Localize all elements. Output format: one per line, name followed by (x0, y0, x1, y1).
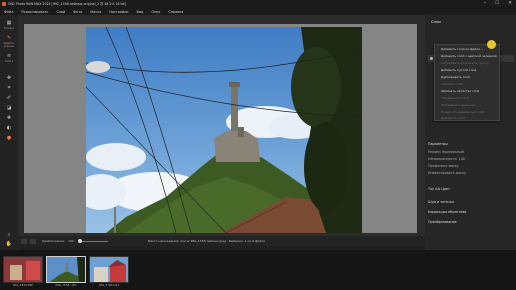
section-tone-color[interactable]: Тон && Цвет (428, 187, 514, 191)
castle-tower (238, 127, 244, 137)
eye-icon[interactable] (430, 57, 433, 60)
thumbnail (4, 257, 42, 282)
section-lens-correction[interactable]: Коррекция объектива (428, 210, 514, 214)
edit-icon[interactable]: ✎ (5, 35, 13, 41)
tree-foliage (304, 122, 348, 212)
filmstrip-caption: IMG_1558...JPG (55, 283, 77, 287)
street-lamp (86, 61, 110, 73)
menu-photo[interactable]: Фото (73, 10, 82, 14)
photo-canvas[interactable] (86, 27, 362, 233)
section-noise-sharpen[interactable]: Шум и заточка (428, 200, 514, 204)
window-title: ON1 Photo RAW MAX 2025 [IMG_1558-пейзаж-… (8, 2, 126, 6)
zoom-slider-knob[interactable] (77, 239, 82, 243)
left-toolbar: ▦ Вставка ✎ Редакти-рование ≡ Слой 2 ✥ ⌗… (0, 15, 18, 250)
menu-item-add-empty-layer[interactable]: Добавить пустой слой (441, 68, 476, 72)
apply-mask-row[interactable]: Применить маску (428, 164, 514, 168)
menu-settings[interactable]: Настройки (109, 10, 128, 14)
menu-item-select-layer: Выделить слой (441, 116, 466, 120)
close-button[interactable]: ✕ (508, 1, 512, 6)
zoom-icon[interactable]: ⌕ (5, 232, 13, 238)
layers-icon[interactable]: ≡ (5, 53, 13, 59)
thumbnail (90, 257, 128, 282)
filmstrip-item-selected[interactable] (46, 256, 86, 283)
menu-item-add-layer-from-file[interactable]: Добавить слой из файла... (441, 47, 483, 51)
layer-context-menu: Добавить слой из файла... Добавить слой … (434, 44, 500, 121)
menu-window[interactable]: Окно (151, 10, 160, 14)
pole (114, 207, 116, 233)
menu-item-merge-visible: Объединить видимые (441, 103, 476, 107)
filmstrip-caption: IMG_2840.NEF (12, 283, 34, 287)
brush-icon[interactable]: ✐ (5, 95, 13, 101)
menu-item-copy-group: Копировать/сохранить группу (441, 61, 490, 65)
layers-label: Слой 2 (4, 60, 14, 63)
cloud (86, 143, 146, 171)
menu-item-duplicate-layer[interactable]: Дублировать слой (441, 75, 470, 79)
menu-item-layer-properties[interactable]: Обрезать свойства слоя (441, 89, 479, 93)
view-mode-button[interactable] (21, 238, 27, 244)
cursor-highlight (487, 40, 496, 49)
properties-title: Параметры (428, 142, 448, 146)
layers-panel-header: Слои (431, 19, 441, 24)
invert-mask-row[interactable]: Инвертировать маску (428, 171, 514, 175)
zoom-slider[interactable] (77, 239, 108, 243)
heal-icon[interactable]: ✚ (5, 115, 13, 121)
edit-label: Редакти-рование (3, 42, 15, 48)
menu-help[interactable]: Справка (168, 10, 183, 14)
app-icon (2, 2, 6, 6)
title-bar: ON1 Photo RAW MAX 2025 [IMG_1558-пейзаж-… (0, 0, 516, 8)
browse-icon[interactable]: ▦ (5, 20, 13, 26)
compare-button[interactable] (30, 238, 36, 244)
crop-icon[interactable]: ⌗ (5, 85, 13, 91)
menu-layer[interactable]: Слой (56, 10, 65, 14)
section-transform[interactable]: Преобразование (428, 220, 514, 224)
status-bar: Приближение: 100 Место нахождения: /пути… (18, 236, 425, 246)
thumbnail (47, 257, 85, 282)
browse-label: Вставка (4, 27, 14, 30)
menu-item-merge-layers: Объединить слои (441, 96, 469, 100)
minimize-button[interactable]: – (484, 1, 486, 6)
zoom-label: Приближение: (42, 239, 66, 243)
eraser-icon[interactable]: ◪ (5, 105, 13, 111)
filmstrip-item[interactable] (89, 256, 129, 283)
blend-mode-row[interactable]: Режим: Нормальный (428, 150, 514, 154)
file-path: Место нахождения: /пути/ IMG_1558-пейзаж… (147, 239, 265, 243)
menu-mask[interactable]: Маска (90, 10, 101, 14)
filmstrip: IMG_2840.NEF IMG_1558...JPG IMG_4786.CR2 (0, 250, 516, 290)
move-icon[interactable]: ✥ (5, 75, 13, 81)
menu-item-delete-layer: Удалить слой (441, 82, 463, 86)
hand-icon[interactable]: ✋ (5, 241, 13, 247)
tower-top (229, 82, 240, 87)
menu-bar: Файл Редактировать Слой Фото Маска Настр… (0, 8, 516, 15)
menu-item-add-fill-layer[interactable]: Добавить слой с цветной заливкой (441, 54, 497, 58)
zoom-value[interactable]: 100 (68, 239, 74, 243)
mask-icon[interactable]: ◐ (5, 125, 13, 131)
menu-file[interactable]: Файл (4, 10, 13, 14)
window-controls: – ☐ ✕ (484, 1, 512, 6)
perfect-brush-icon[interactable]: ● (5, 135, 13, 141)
opacity-row[interactable]: Непрозрачность: 100 (428, 157, 514, 161)
filmstrip-item[interactable] (3, 256, 43, 283)
maximize-button[interactable]: ☐ (495, 1, 499, 6)
filmstrip-caption: IMG_4786.CR2 (98, 283, 120, 287)
menu-edit[interactable]: Редактировать (21, 10, 48, 14)
menu-item-new-merged-layer: Новый объединённый слой (441, 110, 485, 114)
menu-view[interactable]: Вид (136, 10, 143, 14)
